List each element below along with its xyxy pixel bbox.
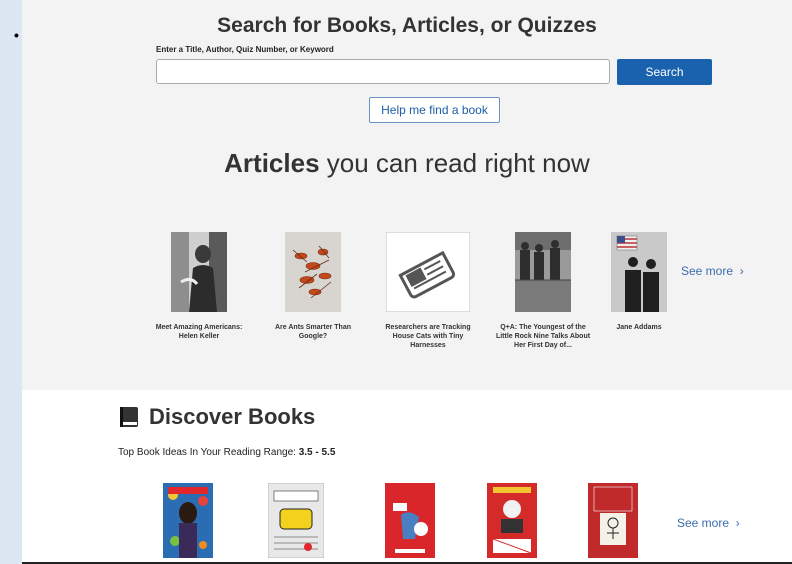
article-card-ants[interactable]: Are Ants Smarter Than Google?	[263, 232, 363, 341]
article-title: Q+A: The Youngest of the Little Rock Nin…	[495, 324, 591, 349]
discover-section: Discover Books Top Book Ideas In Your Re…	[22, 390, 792, 564]
article-title: Are Ants Smarter Than Google?	[275, 324, 351, 340]
book-cover-icon[interactable]	[385, 483, 435, 558]
article-card-jane-addams[interactable]: Jane Addams	[589, 232, 689, 332]
article-card-little-rock-nine[interactable]: Q+A: The Youngest of the Little Rock Nin…	[493, 232, 593, 350]
search-label: Enter a Title, Author, Quiz Number, or K…	[156, 45, 334, 54]
discover-heading: Discover Books	[118, 404, 315, 430]
bullet-mark: •	[14, 27, 19, 43]
article-title: Jane Addams	[616, 324, 662, 331]
reading-range-text: Top Book Ideas In Your Reading Range: 3.…	[118, 447, 335, 458]
article-title: Researchers are Tracking House Cats with…	[385, 324, 471, 349]
articles-heading-bold: Articles	[224, 148, 320, 178]
see-more-articles-label: See more	[681, 264, 734, 278]
search-input[interactable]	[156, 59, 610, 84]
search-title: Search for Books, Articles, or Quizzes	[217, 14, 597, 37]
see-more-books-label: See more	[677, 516, 730, 530]
newspaper-icon	[386, 232, 470, 312]
book-cover-icon[interactable]	[588, 483, 638, 558]
reading-range-value: 3.5 - 5.5	[298, 447, 336, 458]
reading-range-label: Top Book Ideas In Your Reading Range:	[118, 447, 299, 458]
search-section: Search for Books, Articles, or Quizzes E…	[22, 0, 792, 390]
book-cover-icon[interactable]	[487, 483, 537, 558]
book-icon	[120, 407, 138, 427]
book-cover-icon[interactable]	[268, 483, 324, 558]
article-card-house-cats[interactable]: Researchers are Tracking House Cats with…	[378, 232, 478, 350]
discover-heading-label: Discover Books	[149, 404, 316, 429]
ants-photo-icon	[285, 232, 341, 312]
left-sidebar-strip	[0, 0, 22, 564]
see-more-books-link[interactable]: See more ›	[677, 516, 740, 530]
book-cover-icon[interactable]	[163, 483, 213, 558]
main-page: Search for Books, Articles, or Quizzes E…	[22, 0, 792, 564]
articles-heading: Articles you can read right now	[22, 148, 792, 179]
article-title: Meet Amazing Americans: Helen Keller	[155, 324, 243, 340]
article-card-helen-keller[interactable]: Meet Amazing Americans: Helen Keller	[149, 232, 249, 341]
see-more-articles-link[interactable]: See more ›	[681, 264, 744, 278]
help-find-book-button[interactable]: Help me find a book	[369, 97, 500, 123]
historic-photo-icon	[611, 232, 667, 312]
chevron-right-icon: ›	[736, 264, 744, 278]
chevron-right-icon: ›	[732, 516, 740, 530]
articles-heading-rest: you can read right now	[319, 148, 590, 178]
search-button[interactable]: Search	[617, 59, 712, 85]
historic-photo-icon	[515, 232, 571, 312]
portrait-photo-icon	[171, 232, 227, 312]
